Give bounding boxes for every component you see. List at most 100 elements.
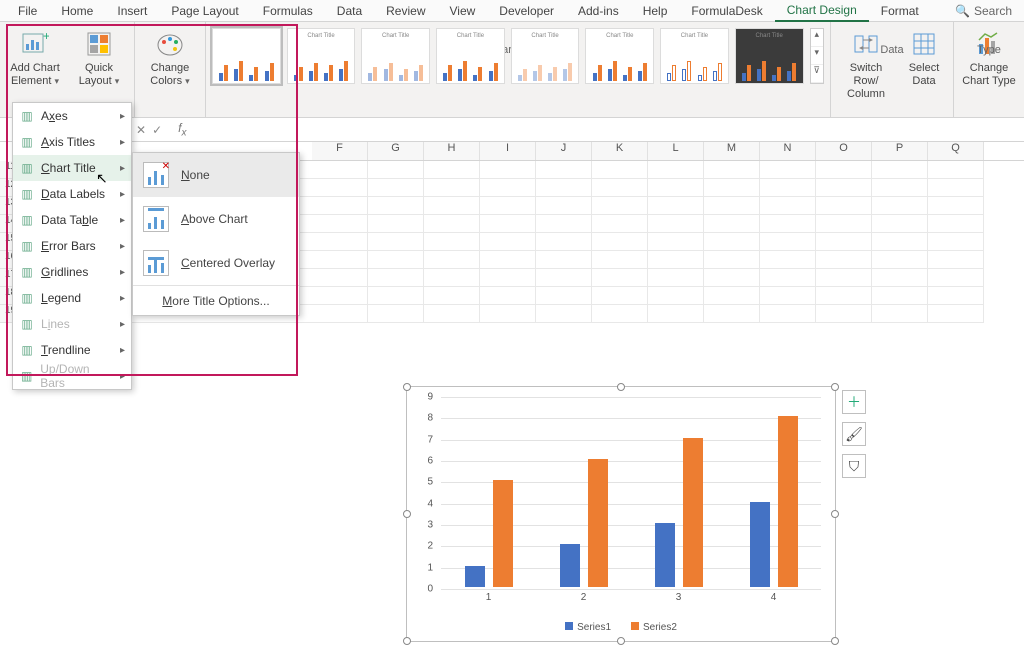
menu-help[interactable]: Help xyxy=(631,0,680,22)
chart-filters-button[interactable]: ⛉ xyxy=(842,454,866,478)
cell[interactable] xyxy=(592,197,648,215)
ace-data-table[interactable]: ▥Data Table▸ xyxy=(13,207,131,233)
cell[interactable] xyxy=(928,233,984,251)
menu-developer[interactable]: Developer xyxy=(487,0,566,22)
cell[interactable] xyxy=(704,305,760,323)
cell[interactable] xyxy=(312,179,368,197)
cell[interactable] xyxy=(704,251,760,269)
fx-icon[interactable]: fx xyxy=(168,121,196,138)
cell[interactable] xyxy=(648,305,704,323)
cell[interactable] xyxy=(312,251,368,269)
bar[interactable] xyxy=(750,502,770,587)
cell[interactable] xyxy=(368,197,424,215)
cell[interactable] xyxy=(704,269,760,287)
cell[interactable] xyxy=(480,233,536,251)
menu-format[interactable]: Format xyxy=(869,0,931,22)
cell[interactable] xyxy=(872,251,928,269)
cell[interactable] xyxy=(760,233,816,251)
bar-group[interactable] xyxy=(649,438,709,587)
cell[interactable] xyxy=(816,251,872,269)
cell[interactable] xyxy=(424,251,480,269)
cell[interactable] xyxy=(760,161,816,179)
cell[interactable] xyxy=(312,215,368,233)
cell[interactable] xyxy=(816,287,872,305)
cell[interactable] xyxy=(480,269,536,287)
switch-row-column-button[interactable]: Switch Row/ Column xyxy=(837,24,895,101)
cell[interactable] xyxy=(368,269,424,287)
cell[interactable] xyxy=(592,269,648,287)
cell[interactable] xyxy=(816,215,872,233)
cell[interactable] xyxy=(760,197,816,215)
menu-add-ins[interactable]: Add-ins xyxy=(566,0,631,22)
cell[interactable] xyxy=(760,305,816,323)
bar[interactable] xyxy=(778,416,798,587)
cell[interactable] xyxy=(760,215,816,233)
ace-gridlines[interactable]: ▥Gridlines▸ xyxy=(13,259,131,285)
cell[interactable] xyxy=(704,197,760,215)
col-header-G[interactable]: G xyxy=(368,142,424,160)
cell[interactable] xyxy=(424,161,480,179)
cell[interactable] xyxy=(368,215,424,233)
cell[interactable] xyxy=(424,305,480,323)
bar[interactable] xyxy=(588,459,608,587)
col-header-L[interactable]: L xyxy=(648,142,704,160)
cell[interactable] xyxy=(648,233,704,251)
plot-area[interactable] xyxy=(441,397,821,587)
col-header-Q[interactable]: Q xyxy=(928,142,984,160)
bar-group[interactable] xyxy=(554,459,614,587)
cell[interactable] xyxy=(592,251,648,269)
cell[interactable] xyxy=(928,161,984,179)
menu-formulas[interactable]: Formulas xyxy=(251,0,325,22)
cell[interactable] xyxy=(648,179,704,197)
legend-item[interactable]: Series1 xyxy=(565,622,611,633)
cell[interactable] xyxy=(704,215,760,233)
enter-formula-icon[interactable]: ✓ xyxy=(152,123,162,137)
cell[interactable] xyxy=(816,269,872,287)
cell[interactable] xyxy=(312,197,368,215)
cell[interactable] xyxy=(928,215,984,233)
menu-insert[interactable]: Insert xyxy=(105,0,159,22)
cell[interactable] xyxy=(928,251,984,269)
cell[interactable] xyxy=(368,233,424,251)
cell[interactable] xyxy=(592,179,648,197)
bar[interactable] xyxy=(465,566,485,587)
col-header-I[interactable]: I xyxy=(480,142,536,160)
cell[interactable] xyxy=(536,269,592,287)
cell[interactable] xyxy=(480,197,536,215)
resize-handle[interactable] xyxy=(403,510,411,518)
cell[interactable] xyxy=(872,233,928,251)
bar[interactable] xyxy=(655,523,675,587)
cell[interactable] xyxy=(816,233,872,251)
cell[interactable] xyxy=(424,197,480,215)
cell[interactable] xyxy=(424,233,480,251)
embedded-chart[interactable]: 0123456789 1234 Series1Series2 xyxy=(406,386,836,642)
cell[interactable] xyxy=(760,269,816,287)
col-header-O[interactable]: O xyxy=(816,142,872,160)
cell[interactable] xyxy=(536,305,592,323)
cell[interactable] xyxy=(704,233,760,251)
resize-handle[interactable] xyxy=(403,383,411,391)
cell[interactable] xyxy=(648,197,704,215)
resize-handle[interactable] xyxy=(831,510,839,518)
chart-style-8[interactable]: Chart Title xyxy=(735,28,804,84)
cell[interactable] xyxy=(648,269,704,287)
cell[interactable] xyxy=(424,269,480,287)
chart-style-3[interactable]: Chart Title xyxy=(361,28,430,84)
cell[interactable] xyxy=(872,215,928,233)
chart-legend[interactable]: Series1Series2 xyxy=(407,622,835,633)
cell[interactable] xyxy=(872,287,928,305)
cell[interactable] xyxy=(648,161,704,179)
cell[interactable] xyxy=(704,179,760,197)
cell[interactable] xyxy=(312,233,368,251)
cell[interactable] xyxy=(480,161,536,179)
cell[interactable] xyxy=(480,305,536,323)
cell[interactable] xyxy=(928,287,984,305)
menu-chart-design[interactable]: Chart Design xyxy=(775,0,869,22)
menu-page-layout[interactable]: Page Layout xyxy=(159,0,250,22)
cell[interactable] xyxy=(424,179,480,197)
cell[interactable] xyxy=(648,251,704,269)
cell[interactable] xyxy=(928,197,984,215)
cell[interactable] xyxy=(424,287,480,305)
col-header-K[interactable]: K xyxy=(592,142,648,160)
chart-elements-button[interactable]: ＋ xyxy=(842,390,866,414)
